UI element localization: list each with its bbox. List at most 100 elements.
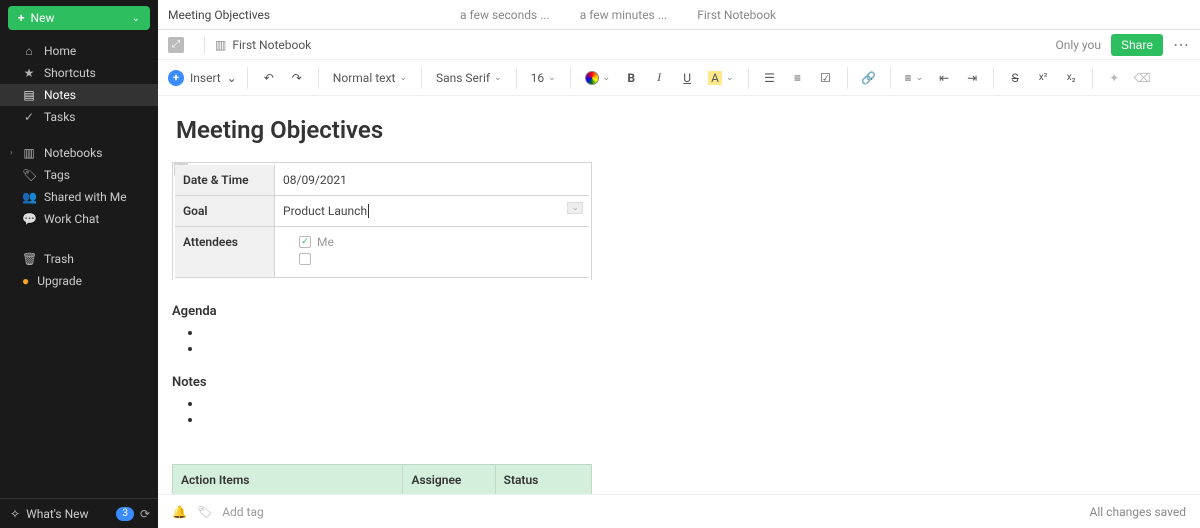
sidebar-group-notebooks[interactable]: › ▥ Notebooks bbox=[0, 142, 158, 164]
chat-icon: 💬 bbox=[22, 212, 36, 226]
sidebar-item-shared[interactable]: 👥 Shared with Me bbox=[0, 186, 158, 208]
meeting-meta-table: Date & Time 08/09/2021 Goal Product Laun… bbox=[172, 162, 592, 280]
note-list-title[interactable]: Meeting Objectives bbox=[168, 8, 270, 22]
superscript-button[interactable]: x² bbox=[1032, 67, 1054, 89]
notebook-icon: ▥ bbox=[215, 38, 226, 52]
sidebar-item-upgrade[interactable]: ● Upgrade bbox=[0, 270, 158, 292]
note-meta-created: a few minutes ... bbox=[580, 8, 668, 22]
breadcrumb-row: ⤢ ▥ First Notebook Only you Share ⋯ bbox=[158, 30, 1200, 60]
bold-button[interactable]: B bbox=[620, 67, 642, 89]
meta-date-label: Date & Time bbox=[175, 165, 275, 195]
list-item[interactable] bbox=[202, 396, 1200, 412]
sidebar-item-trash[interactable]: 🗑 Trash bbox=[0, 248, 158, 270]
action-col-items: Action Items bbox=[173, 465, 403, 495]
attendee-item[interactable]: ✓ Me bbox=[299, 235, 581, 249]
whats-new-badge: 3 bbox=[116, 507, 134, 521]
insert-menu[interactable]: + Insert ⌄ bbox=[168, 70, 237, 86]
note-meta-notebook: First Notebook bbox=[697, 8, 776, 22]
people-icon: 👥 bbox=[22, 190, 36, 204]
note-list-header: Meeting Objectives a few seconds ... a f… bbox=[158, 0, 1200, 30]
font-color-select[interactable]: ⌄ bbox=[581, 69, 615, 87]
sidebar-item-label: Home bbox=[44, 44, 76, 58]
chevron-down-icon: ⌄ bbox=[399, 73, 407, 83]
meta-attendees-value[interactable]: ✓ Me bbox=[275, 227, 589, 277]
subscript-button[interactable]: x₂ bbox=[1060, 67, 1082, 89]
tag-icon: 🏷 bbox=[22, 168, 36, 182]
breadcrumb-notebook[interactable]: First Notebook bbox=[232, 38, 311, 52]
editor-content[interactable]: Meeting Objectives ⋮⋮ Date & Time 08/09/… bbox=[158, 96, 1200, 494]
undo-button[interactable]: ↶ bbox=[258, 67, 280, 89]
agenda-heading[interactable]: Agenda bbox=[172, 304, 1200, 319]
notes-list[interactable] bbox=[172, 396, 1200, 428]
chevron-down-icon[interactable]: ⌄ bbox=[567, 202, 583, 214]
sidebar-item-shortcuts[interactable]: ★ Shortcuts bbox=[0, 62, 158, 84]
notebook-icon: ▥ bbox=[22, 146, 36, 160]
note-icon: ▤ bbox=[22, 88, 36, 102]
outdent-button[interactable]: ⇤ bbox=[933, 67, 955, 89]
agenda-list[interactable] bbox=[172, 325, 1200, 357]
expand-note-icon[interactable]: ⤢ bbox=[168, 37, 184, 53]
highlight-select[interactable]: A ⌄ bbox=[704, 69, 737, 87]
checklist-button[interactable]: ☑ bbox=[815, 67, 837, 89]
sparkle-icon: ✧ bbox=[10, 507, 20, 521]
sidebar-group-label: Notebooks bbox=[44, 146, 102, 160]
attendee-item-empty[interactable] bbox=[299, 253, 581, 265]
list-item[interactable] bbox=[202, 341, 1200, 357]
note-footer: 🔔 🏷 Add tag All changes saved bbox=[158, 494, 1200, 528]
action-items-table: Action Items Assignee Status Clean up me… bbox=[172, 464, 592, 494]
italic-button[interactable]: I bbox=[648, 67, 670, 89]
underline-button[interactable]: U bbox=[676, 67, 698, 89]
chevron-down-icon: ⌄ bbox=[132, 13, 140, 24]
align-left-icon: ≡ bbox=[905, 71, 912, 85]
strikethrough-button[interactable]: S bbox=[1004, 67, 1026, 89]
action-col-assignee: Assignee bbox=[403, 465, 495, 495]
font-family-select[interactable]: Sans Serif ⌄ bbox=[432, 69, 506, 87]
sidebar-item-workchat[interactable]: 💬 Work Chat bbox=[0, 208, 158, 230]
sync-icon[interactable]: ⟳ bbox=[140, 507, 150, 521]
sidebar-item-tasks[interactable]: ✓ Tasks bbox=[0, 106, 158, 128]
check-circle-icon: ✓ bbox=[22, 110, 36, 124]
meta-date-value[interactable]: 08/09/2021 bbox=[275, 165, 589, 195]
editor-toolbar: + Insert ⌄ ↶ ↷ Normal text ⌄ Sans Serif … bbox=[158, 60, 1200, 96]
numbered-list-button[interactable]: ≡ bbox=[787, 67, 809, 89]
font-size-select[interactable]: 16 ⌄ bbox=[527, 69, 560, 87]
list-item[interactable] bbox=[202, 325, 1200, 341]
trash-icon: 🗑 bbox=[22, 252, 36, 266]
checkbox-empty-icon[interactable] bbox=[299, 253, 311, 265]
tag-icon[interactable]: 🏷 bbox=[197, 505, 212, 519]
align-select[interactable]: ≡ ⌄ bbox=[901, 69, 928, 87]
sidebar-item-notes[interactable]: ▤ Notes bbox=[0, 84, 158, 106]
link-button[interactable]: 🔗 bbox=[858, 67, 880, 89]
checkbox-checked-icon[interactable]: ✓ bbox=[299, 236, 311, 248]
save-status: All changes saved bbox=[1090, 505, 1186, 519]
paragraph-style-value: Normal text bbox=[333, 71, 396, 85]
share-button[interactable]: Share bbox=[1111, 34, 1163, 56]
sharing-status: Only you bbox=[1055, 38, 1101, 52]
sidebar-item-home[interactable]: ⌂ Home bbox=[0, 40, 158, 62]
notes-heading[interactable]: Notes bbox=[172, 375, 1200, 390]
list-item[interactable] bbox=[202, 412, 1200, 428]
font-family-value: Sans Serif bbox=[436, 71, 490, 85]
ai-button[interactable]: ✦ bbox=[1103, 67, 1125, 89]
divider bbox=[204, 36, 205, 54]
meta-goal-value[interactable]: Product Launch ⌄ bbox=[275, 196, 589, 226]
action-col-status: Status bbox=[495, 465, 591, 495]
sidebar-item-label: Shared with Me bbox=[44, 190, 127, 204]
home-icon: ⌂ bbox=[22, 44, 36, 58]
reminder-icon[interactable]: 🔔 bbox=[172, 505, 187, 519]
highlight-icon: A bbox=[708, 71, 722, 85]
paragraph-style-select[interactable]: Normal text ⌄ bbox=[329, 69, 411, 87]
note-title[interactable]: Meeting Objectives bbox=[172, 116, 1200, 144]
sidebar-item-tags[interactable]: 🏷 Tags bbox=[0, 164, 158, 186]
new-button[interactable]: + New ⌄ bbox=[8, 6, 150, 30]
redo-button[interactable]: ↷ bbox=[286, 67, 308, 89]
bulleted-list-button[interactable]: ☰ bbox=[759, 67, 781, 89]
add-tag-input[interactable]: Add tag bbox=[222, 505, 264, 519]
indent-button[interactable]: ⇥ bbox=[961, 67, 983, 89]
whats-new-button[interactable]: ✧ What's New 3 ⟳ bbox=[0, 498, 158, 528]
sidebar: + New ⌄ ⌂ Home ★ Shortcuts ▤ Notes ✓ Tas… bbox=[0, 0, 158, 528]
insert-label: Insert bbox=[190, 71, 221, 85]
more-menu-icon[interactable]: ⋯ bbox=[1173, 35, 1190, 54]
chevron-down-icon: ⌄ bbox=[227, 71, 237, 85]
clear-formatting-button[interactable]: ⌫ bbox=[1131, 67, 1153, 89]
